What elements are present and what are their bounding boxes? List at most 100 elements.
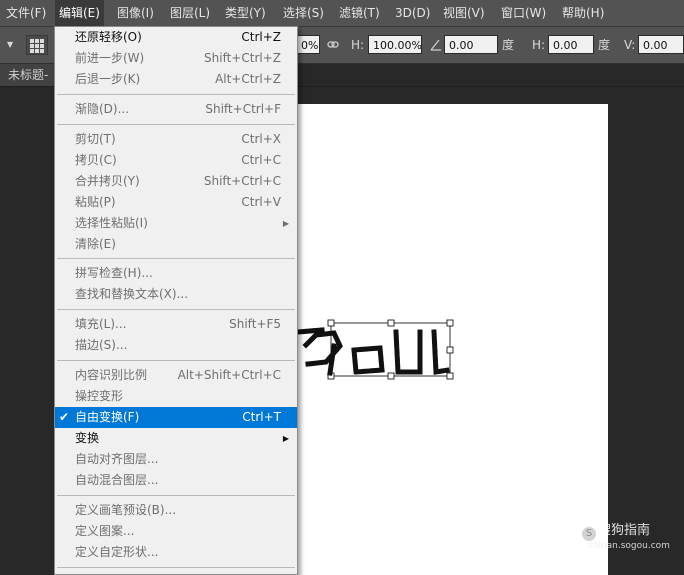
menu-type[interactable]: 类型(Y) [221,0,270,26]
menu-item-shortcut: Shift+Ctrl+C [203,174,281,188]
menu-3d[interactable]: 3D(D) [391,0,434,26]
menu-separator [57,94,295,95]
watermark-url: zhinan.sogou.com [588,541,670,551]
width-field[interactable]: 0% [296,35,320,54]
menu-item-copy-merged[interactable]: 合并拷贝(Y) Shift+Ctrl+C [55,171,297,192]
menu-item-label: 选择性粘贴(I) [75,216,148,230]
menu-item-step-forward[interactable]: 前进一步(W) Shift+Ctrl+Z [55,48,297,69]
tool-preset-chevron-icon[interactable]: ▼ [7,27,13,63]
menu-window[interactable]: 窗口(W) [497,0,550,26]
menu-item-stroke[interactable]: 描边(S)... [55,335,297,356]
menu-item-label: 定义图案... [75,524,135,538]
menu-item-shortcut: Alt+Shift+Ctrl+C [177,368,281,382]
menu-view[interactable]: 视图(V) [439,0,489,26]
menu-item-undo[interactable]: 还原轻移(O) Ctrl+Z [55,27,297,48]
height-label: H: [351,38,365,52]
menu-item-label: 前进一步(W) [75,51,145,65]
vskew-field[interactable]: 0.00 [638,35,684,54]
rotate-unit: 度 [502,38,515,52]
menu-item-label: 拷贝(C) [75,153,117,167]
menu-item-cut[interactable]: 剪切(T) Ctrl+X [55,129,297,150]
menu-item-label: 还原轻移(O) [75,30,142,44]
hskew-label: H: [532,38,546,52]
sogou-watermark: S 搜狗指南 zhinan.sogou.com [582,519,670,551]
menu-item-label: 描边(S)... [75,338,128,352]
document-tab[interactable]: 未标题- [0,64,54,86]
menu-item-define-shape[interactable]: 定义自定形状... [55,542,297,563]
menu-image[interactable]: 图像(I) [113,0,158,26]
submenu-arrow-icon: ▶ [282,219,289,228]
menu-layer[interactable]: 图层(L) [166,0,214,26]
menu-item-find-replace[interactable]: 查找和替换文本(X)... [55,284,297,305]
menu-separator [57,309,295,310]
menu-item-label: 拼写检查(H)... [75,266,153,280]
menu-item-label: 清除(E) [75,237,116,251]
menu-item-shortcut: Alt+Ctrl+Z [215,72,281,86]
menu-item-label: 后退一步(K) [75,72,141,86]
height-field[interactable]: 100.00% [368,35,422,54]
menu-separator [57,124,295,125]
menu-item-label: 合并拷贝(Y) [75,174,140,188]
menu-item-label: 变换 [75,431,100,445]
menu-file[interactable]: 文件(F) [2,0,50,26]
checkmark-icon: ✔ [59,410,70,424]
menu-bar: 文件(F) 编辑(E) 图像(I) 图层(L) 类型(Y) 选择(S) 滤镜(T… [0,0,684,27]
menu-item-label: 自动混合图层... [75,473,159,487]
menu-item-shortcut: Ctrl+Z [241,30,281,44]
menu-item-label: 内容识别比例 [75,368,148,382]
menu-item-label: 定义自定形状... [75,545,159,559]
menu-select[interactable]: 选择(S) [279,0,328,26]
menu-item-label: 查找和替换文本(X)... [75,287,189,301]
menu-item-free-transform[interactable]: ✔ 自由变换(F) Ctrl+T [55,407,297,428]
menu-item-label: 填充(L)... [75,317,127,331]
menu-item-shortcut: Shift+F5 [229,317,281,331]
submenu-arrow-icon: ▶ [282,434,289,443]
sogou-logo-icon: S [582,527,596,541]
menu-separator [57,258,295,259]
reference-point-grid-icon[interactable] [26,35,48,55]
menu-item-label: 自由变换(F) [75,410,140,424]
menu-item-clear[interactable]: 清除(E) [55,234,297,255]
menu-item-define-brush[interactable]: 定义画笔预设(B)... [55,500,297,521]
menu-edit[interactable]: 编辑(E) [55,0,104,26]
menu-item-label: 自动对齐图层... [75,452,159,466]
edit-menu-dropdown: 还原轻移(O) Ctrl+Z 前进一步(W) Shift+Ctrl+Z 后退一步… [54,26,298,575]
menu-filter[interactable]: 滤镜(T) [335,0,384,26]
menu-item-transform[interactable]: 变换 ▶ [55,428,297,449]
menu-item-auto-align[interactable]: 自动对齐图层... [55,449,297,470]
menu-separator [57,495,295,496]
menu-item-shortcut: Ctrl+X [241,132,281,146]
menu-item-spell-check[interactable]: 拼写检查(H)... [55,263,297,284]
menu-item-shortcut: Ctrl+T [242,410,281,424]
menu-item-step-backward[interactable]: 后退一步(K) Alt+Ctrl+Z [55,69,297,90]
menu-item-shortcut: Shift+Ctrl+F [205,102,281,116]
menu-item-copy[interactable]: 拷贝(C) Ctrl+C [55,150,297,171]
menu-item-shortcut: Ctrl+V [241,195,281,209]
menu-item-fill[interactable]: 填充(L)... Shift+F5 [55,314,297,335]
menu-item-puppet-warp[interactable]: 操控变形 [55,386,297,407]
menu-item-fade[interactable]: 渐隐(D)... Shift+Ctrl+F [55,99,297,120]
rotate-field[interactable]: 0.00 [444,35,498,54]
rotate-angle-icon [430,27,442,63]
menu-help[interactable]: 帮助(H) [558,0,608,26]
menu-item-label: 操控变形 [75,389,124,403]
menu-item-define-pattern[interactable]: 定义图案... [55,521,297,542]
menu-item-paste-special[interactable]: 选择性粘贴(I) ▶ [55,213,297,234]
menu-item-paste[interactable]: 粘贴(P) Ctrl+V [55,192,297,213]
link-icon[interactable] [327,27,339,63]
menu-separator [57,567,295,568]
menu-item-label: 粘贴(P) [75,195,116,209]
menu-item-label: 剪切(T) [75,132,116,146]
hskew-field[interactable]: 0.00 [548,35,594,54]
menu-item-content-aware-scale[interactable]: 内容识别比例 Alt+Shift+Ctrl+C [55,365,297,386]
hskew-unit: 度 [598,38,611,52]
menu-item-shortcut: Shift+Ctrl+Z [204,51,281,65]
menu-item-shortcut: Ctrl+C [241,153,281,167]
watermark-brand: 搜狗指南 [598,523,651,538]
menu-item-label: 定义画笔预设(B)... [75,503,177,517]
menu-item-label: 渐隐(D)... [75,102,130,116]
menu-separator [57,360,295,361]
menu-item-auto-blend[interactable]: 自动混合图层... [55,470,297,491]
vskew-label: V: [624,38,636,52]
transformed-text-artwork[interactable] [296,318,456,384]
